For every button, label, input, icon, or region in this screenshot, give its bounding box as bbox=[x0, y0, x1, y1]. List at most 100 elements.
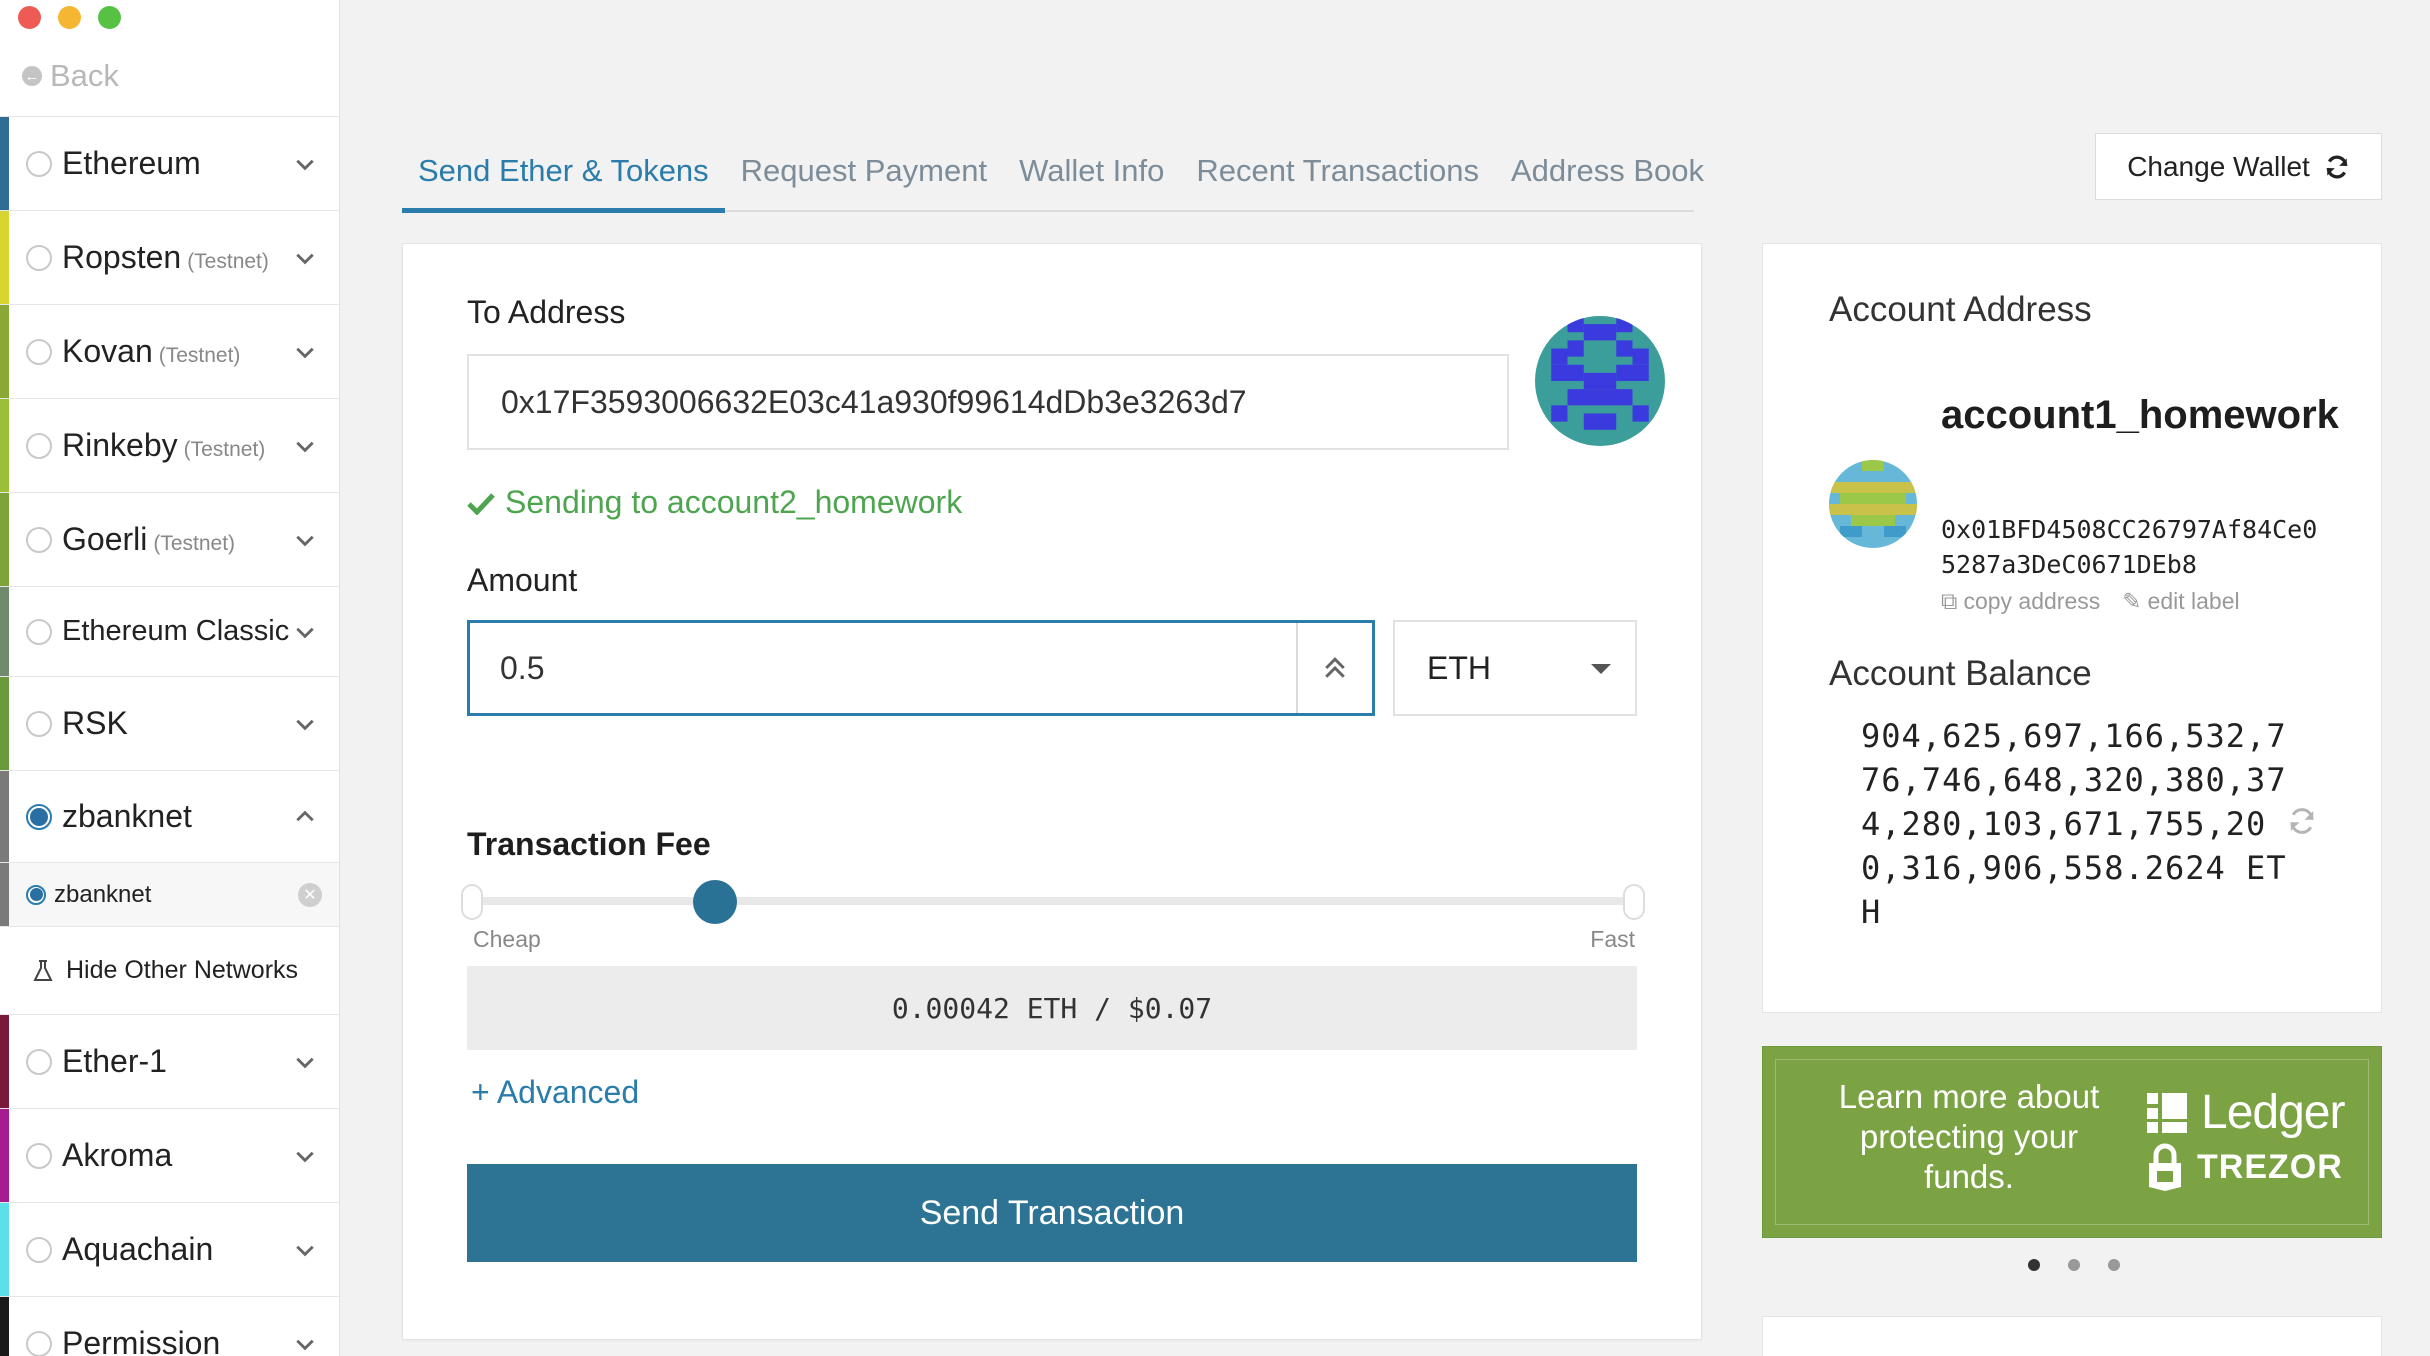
network-label: zbanknet bbox=[62, 798, 192, 834]
chevron-down-icon[interactable] bbox=[294, 1239, 316, 1261]
network-item-rsk[interactable]: RSK bbox=[0, 676, 339, 770]
node-item-zbanknet[interactable]: zbanknet ✕ bbox=[0, 862, 339, 926]
minimize-window-button[interactable] bbox=[58, 6, 81, 29]
network-item-permission[interactable]: Permission bbox=[0, 1296, 339, 1356]
chevron-down-icon[interactable] bbox=[294, 153, 316, 175]
network-radio[interactable] bbox=[26, 338, 52, 365]
network-label: Rinkeby bbox=[62, 427, 178, 463]
next-panel bbox=[1762, 1316, 2382, 1356]
network-item-ropsten[interactable]: Ropsten (Testnet) bbox=[0, 210, 339, 304]
amount-label: Amount bbox=[467, 562, 578, 598]
account-actions: ⧉ copy address ✎ edit label bbox=[1941, 588, 2240, 615]
amount-value: 0.5 bbox=[500, 649, 545, 686]
network-label: RSK bbox=[62, 705, 128, 741]
chevron-down-icon[interactable] bbox=[294, 341, 316, 363]
network-radio[interactable] bbox=[26, 1048, 52, 1075]
network-radio[interactable] bbox=[26, 244, 52, 271]
network-radio[interactable] bbox=[26, 710, 52, 737]
pencil-icon: ✎ bbox=[2122, 588, 2142, 614]
network-radio-selected[interactable] bbox=[26, 803, 52, 830]
tab-recent-transactions[interactable]: Recent Transactions bbox=[1180, 148, 1495, 210]
testnet-tag: (Testnet) bbox=[153, 531, 236, 555]
network-item-ethereum-classic[interactable]: Ethereum Classic bbox=[0, 586, 339, 676]
network-radio[interactable] bbox=[26, 150, 52, 177]
chevron-down-icon[interactable] bbox=[294, 529, 316, 551]
network-item-ether-1[interactable]: Ether-1 bbox=[0, 1014, 339, 1108]
network-radio[interactable] bbox=[26, 618, 52, 645]
network-item-rinkeby[interactable]: Rinkeby (Testnet) bbox=[0, 398, 339, 492]
network-color-bar bbox=[0, 399, 9, 492]
network-label: Aquachain bbox=[62, 1231, 214, 1267]
chevron-down-icon[interactable] bbox=[294, 621, 316, 643]
network-color-bar bbox=[0, 587, 9, 676]
copy-address-link[interactable]: ⧉ copy address bbox=[1941, 588, 2100, 615]
carousel-dot[interactable] bbox=[2028, 1259, 2040, 1271]
chevron-up-icon[interactable] bbox=[294, 806, 316, 828]
unit-select[interactable]: ETH bbox=[1393, 620, 1637, 716]
network-radio[interactable] bbox=[26, 1142, 52, 1169]
network-label: Ethereum bbox=[62, 145, 201, 181]
transaction-fee-label: Transaction Fee bbox=[467, 826, 711, 862]
network-item-zbanknet[interactable]: zbanknet bbox=[0, 770, 339, 862]
copy-address-label: copy address bbox=[1963, 588, 2101, 614]
network-item-aquachain[interactable]: Aquachain bbox=[0, 1202, 339, 1296]
fee-slider-handle[interactable] bbox=[693, 880, 738, 924]
account-identicon bbox=[1829, 460, 1917, 548]
promo-text: Learn more about protecting your funds. bbox=[1838, 1078, 2100, 1195]
network-color-bar bbox=[0, 1297, 9, 1356]
chevron-down-icon[interactable] bbox=[294, 1145, 316, 1167]
send-max-button[interactable] bbox=[1296, 623, 1372, 713]
chevron-down-icon[interactable] bbox=[294, 1333, 316, 1355]
node-radio-selected[interactable] bbox=[26, 884, 46, 905]
chevron-down-icon[interactable] bbox=[294, 1051, 316, 1073]
back-arrow-icon: ← bbox=[22, 66, 42, 86]
tab-request-payment[interactable]: Request Payment bbox=[725, 148, 1003, 210]
back-button[interactable]: ← Back bbox=[22, 58, 119, 94]
chevron-down-icon[interactable] bbox=[294, 247, 316, 269]
fee-slider-track[interactable] bbox=[471, 897, 1633, 905]
cheap-label: Cheap bbox=[473, 926, 541, 952]
network-color-bar bbox=[0, 1203, 9, 1296]
send-transaction-button[interactable]: Send Transaction bbox=[467, 1164, 1637, 1262]
network-radio[interactable] bbox=[26, 1330, 52, 1356]
send-transaction-panel: To Address 0x17F3593006632E03c41a930f996… bbox=[402, 243, 1702, 1340]
edit-label-link[interactable]: ✎ edit label bbox=[2122, 588, 2239, 615]
tab-address-book[interactable]: Address Book bbox=[1495, 148, 1720, 210]
network-item-akroma[interactable]: Akroma bbox=[0, 1108, 339, 1202]
amount-input[interactable]: 0.5 bbox=[467, 620, 1375, 716]
network-radio[interactable] bbox=[26, 432, 52, 459]
change-wallet-label: Change Wallet bbox=[2127, 150, 2310, 182]
padlock-icon bbox=[2149, 1143, 2181, 1191]
to-address-input[interactable]: 0x17F3593006632E03c41a930f99614dDb3e3263… bbox=[467, 354, 1509, 450]
hardware-wallet-promo[interactable]: Learn more about protecting your funds. … bbox=[1762, 1046, 2382, 1238]
carousel-dot[interactable] bbox=[2108, 1259, 2120, 1271]
remove-node-icon[interactable]: ✕ bbox=[298, 882, 322, 907]
network-label: Goerli bbox=[62, 521, 148, 557]
close-window-button[interactable] bbox=[18, 6, 41, 29]
network-color-bar bbox=[0, 1015, 9, 1108]
network-item-goerli[interactable]: Goerli (Testnet) bbox=[0, 492, 339, 586]
network-label: Akroma bbox=[62, 1137, 173, 1173]
tab-wallet-info[interactable]: Wallet Info bbox=[1003, 148, 1180, 210]
network-radio[interactable] bbox=[26, 526, 52, 553]
to-address-label: To Address bbox=[467, 294, 626, 330]
chevron-down-icon[interactable] bbox=[294, 713, 316, 735]
recipient-identicon bbox=[1535, 316, 1665, 446]
hide-other-networks-button[interactable]: Hide Other Networks bbox=[0, 926, 339, 1014]
tab-send-ether-tokens[interactable]: Send Ether & Tokens bbox=[402, 148, 725, 213]
network-item-ethereum[interactable]: Ethereum bbox=[0, 116, 339, 210]
carousel-dot[interactable] bbox=[2068, 1259, 2080, 1271]
chevron-down-icon[interactable] bbox=[294, 435, 316, 457]
network-radio[interactable] bbox=[26, 1236, 52, 1263]
network-color-bar bbox=[0, 493, 9, 586]
network-label: Ethereum Classic bbox=[62, 615, 290, 647]
unit-value: ETH bbox=[1427, 649, 1491, 686]
account-balance-title: Account Balance bbox=[1829, 654, 2092, 693]
change-wallet-button[interactable]: Change Wallet bbox=[2095, 133, 2382, 200]
network-item-kovan[interactable]: Kovan (Testnet) bbox=[0, 304, 339, 398]
maximize-window-button[interactable] bbox=[98, 6, 121, 29]
ledger-icon bbox=[2147, 1092, 2187, 1133]
refresh-balance-icon[interactable] bbox=[2287, 806, 2317, 836]
network-sidebar: ← Back Ethereum Ropsten (Testnet) Kovan … bbox=[0, 0, 340, 1356]
advanced-toggle[interactable]: + Advanced bbox=[471, 1074, 639, 1111]
